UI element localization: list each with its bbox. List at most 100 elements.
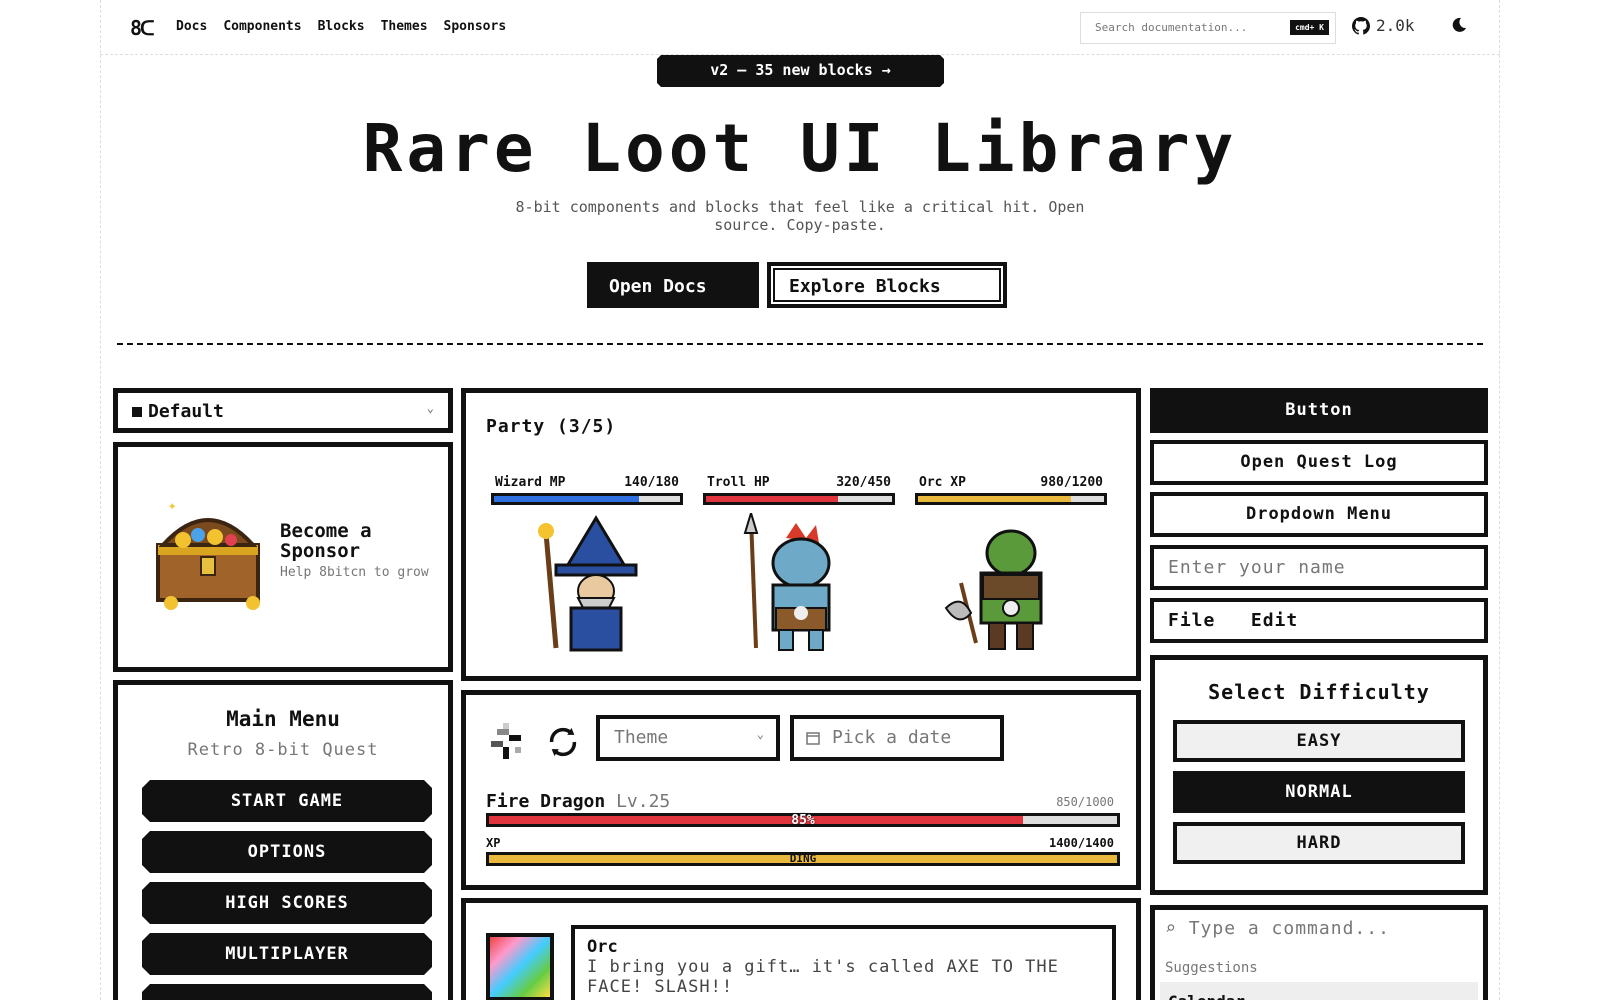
stat-value: 980/1200 (1040, 475, 1103, 490)
github-stars: 2.0k (1376, 16, 1415, 35)
command-placeholder: Type a command... (1188, 918, 1390, 939)
calendar-icon (806, 732, 820, 745)
treasure-chest-icon: ✦ (156, 498, 260, 610)
avatar (486, 933, 554, 1000)
difficulty-card: Select Difficulty EASY NORMAL HARD (1150, 655, 1488, 895)
dragon-panel: Theme ⌄ Pick a date Fire Dragon Lv.25 85… (461, 690, 1141, 890)
color-swatch (132, 407, 142, 417)
normal-button[interactable]: NORMAL (1173, 771, 1465, 813)
chevron-down-icon: ⌄ (756, 727, 764, 741)
enemy-level: Lv.25 (616, 791, 671, 812)
party-title: Party (3/5) (486, 416, 617, 437)
dropdown-menu-button[interactable]: Dropdown Menu (1150, 492, 1488, 537)
chevron-down-icon: ⌄ (426, 401, 434, 415)
stat-label: Troll HP (707, 475, 770, 490)
start-game-button[interactable]: START GAME (142, 780, 432, 822)
github-icon (1352, 16, 1370, 35)
wizard-sprite (538, 515, 638, 652)
xp-bar-fill (918, 496, 1071, 502)
menu-button-partial[interactable] (142, 984, 432, 1000)
party-member-stat: Wizard MP 140/180 (491, 475, 683, 505)
announcement-badge[interactable]: v2 — 35 new blocks → (657, 55, 944, 87)
hp-bar-fill (706, 496, 839, 502)
high-scores-button[interactable]: HIGH SCORES (142, 882, 432, 924)
github-link[interactable]: 2.0k (1352, 16, 1415, 35)
options-button[interactable]: OPTIONS (142, 831, 432, 873)
date-picker-placeholder: Pick a date (832, 727, 952, 748)
stat-label: Wizard MP (495, 475, 566, 490)
sponsor-card[interactable]: ✦ Become a Sponsor Help 8bitcn to grow (113, 442, 453, 672)
nav-link-docs[interactable]: Docs (176, 19, 207, 34)
mp-bar (491, 493, 683, 505)
moon-icon (1452, 17, 1466, 32)
theme-select[interactable]: Default ⌄ (113, 388, 453, 433)
multiplayer-button[interactable]: MULTIPLAYER (142, 933, 432, 975)
hero-subtitle: 8-bit components and blocks that feel li… (515, 198, 1085, 234)
top-nav: 8ᑕ Docs Components Blocks Themes Sponsor… (100, 0, 1500, 55)
troll-sprite (743, 513, 831, 651)
button-demo[interactable]: Button (1150, 388, 1488, 433)
date-picker[interactable]: Pick a date (790, 715, 1004, 761)
open-quest-log-button[interactable]: Open Quest Log (1150, 440, 1488, 485)
stat-label: Orc XP (919, 475, 966, 490)
name-input[interactable]: Enter your name (1150, 545, 1488, 590)
xp-bar-label: DING (789, 852, 817, 865)
command-input[interactable]: ⌕ Type a command... (1165, 918, 1390, 939)
theme-dropdown-placeholder: Theme (614, 727, 669, 748)
search-shortcut-badge: cmd+ K (1290, 20, 1329, 35)
difficulty-title: Select Difficulty (1208, 680, 1430, 704)
nav-link-components[interactable]: Components (223, 19, 301, 34)
suggestions-label: Suggestions (1165, 960, 1258, 976)
refresh-icon[interactable] (546, 725, 580, 759)
menubar-edit[interactable]: Edit (1251, 610, 1298, 631)
command-palette: ⌕ Type a command... Suggestions Calendar (1150, 905, 1488, 1000)
sponsor-subtitle: Help 8bitcn to grow (280, 565, 429, 580)
stat-value: 140/180 (624, 475, 679, 490)
hero-actions: Open Docs Explore Blocks (587, 262, 1007, 308)
enemy-name: Fire Dragon Lv.25 (486, 791, 670, 812)
xp-progress-bar: DING (486, 852, 1120, 866)
enemy-hp-percent: 85% (791, 813, 815, 828)
enemy-hp-value: 850/1000 (1056, 795, 1114, 809)
nav-link-blocks[interactable]: Blocks (318, 19, 365, 34)
party-member-stat: Orc XP 980/1200 (915, 475, 1107, 505)
nav-links: Docs Components Blocks Themes Sponsors (176, 19, 506, 34)
main-menu-subtitle: Retro 8-bit Quest (187, 740, 379, 760)
easy-button[interactable]: EASY (1173, 720, 1465, 762)
xp-bar (915, 493, 1107, 505)
svg-text:✦: ✦ (168, 498, 177, 514)
mp-bar-fill (494, 496, 640, 502)
main-menu-title: Main Menu (226, 707, 340, 731)
chat-speaker: Orc (587, 937, 618, 957)
nav-link-themes[interactable]: Themes (381, 19, 428, 34)
enemy-name-text: Fire Dragon (486, 791, 606, 812)
open-docs-button[interactable]: Open Docs (587, 262, 759, 308)
nav-link-sponsors[interactable]: Sponsors (444, 19, 507, 34)
party-card: Party (3/5) Wizard MP 140/180 Troll HP 320… (461, 388, 1141, 681)
orc-sprite (944, 529, 1043, 650)
theme-toggle[interactable] (1450, 16, 1468, 38)
party-member-stat: Troll HP 320/450 (703, 475, 895, 505)
pixel-icon (491, 723, 521, 759)
explore-blocks-button[interactable]: Explore Blocks (767, 262, 1007, 308)
search-icon: ⌕ (1165, 918, 1177, 939)
enemy-hp-bar: 85% (486, 813, 1120, 828)
logo[interactable]: 8ᑕ (130, 16, 155, 40)
theme-dropdown[interactable]: Theme ⌄ (596, 715, 780, 761)
chat-message: I bring you a gift… it's called AXE TO T… (587, 957, 1059, 997)
hp-bar (703, 493, 895, 505)
chat-card: Orc I bring you a gift… it's called AXE … (461, 898, 1141, 1000)
menubar: File Edit (1150, 598, 1488, 643)
theme-select-value: Default (148, 401, 224, 422)
search-input[interactable]: Search documentation... cmd+ K (1080, 12, 1336, 44)
search-placeholder: Search documentation... (1095, 21, 1248, 34)
main-menu-card: Main Menu Retro 8-bit Quest START GAME O… (113, 680, 453, 1000)
menubar-file[interactable]: File (1168, 610, 1215, 631)
chat-bubble: Orc I bring you a gift… it's called AXE … (571, 925, 1116, 1000)
command-item[interactable]: Calendar (1160, 982, 1478, 1000)
xp-label: XP (486, 836, 501, 850)
page-title: Rare Loot UI Library (362, 110, 1238, 187)
stat-value: 320/450 (836, 475, 891, 490)
hard-button[interactable]: HARD (1173, 822, 1465, 864)
sponsor-title: Become a Sponsor (280, 520, 372, 562)
